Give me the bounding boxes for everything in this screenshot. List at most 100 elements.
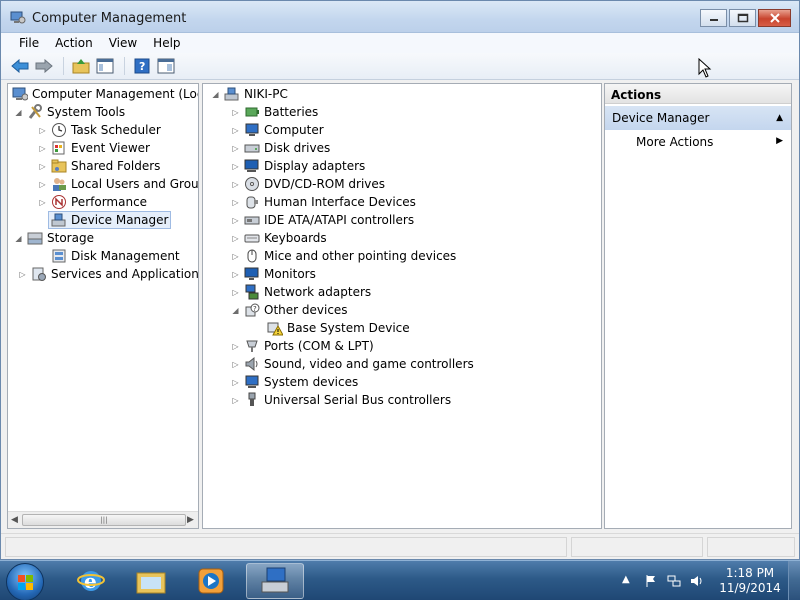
minimize-button[interactable] (700, 9, 727, 27)
device-category-row[interactable]: ▷ Batteries (231, 103, 318, 121)
device-tree-root[interactable]: ◢ NIKI-PC (211, 85, 287, 103)
taskbar-windows-explorer[interactable] (122, 563, 180, 599)
collapse-section-icon[interactable]: ▲ (776, 113, 783, 123)
expand-triangle-icon[interactable]: ▷ (231, 180, 240, 189)
expand-triangle-icon[interactable]: ▷ (231, 378, 240, 387)
show-hide-console-tree-button[interactable] (94, 56, 116, 76)
show-hidden-icons-icon[interactable]: ▲ (622, 574, 636, 588)
clock-icon (52, 123, 66, 137)
forward-button[interactable] (33, 56, 55, 76)
device-category-row[interactable]: ▷ System devices (231, 373, 358, 391)
horizontal-scrollbar[interactable]: ◀ ||| ▶ (8, 511, 198, 528)
tree-item-local-users-groups[interactable]: ▷ Local Users and Groups (38, 175, 198, 193)
dvd-drive-icon (245, 177, 259, 191)
tree-item-disk-management[interactable]: Disk Management (38, 247, 180, 265)
actions-section-device-manager[interactable]: Device Manager ▲ (605, 106, 791, 130)
tree-item-storage[interactable]: ◢ Storage (14, 229, 94, 247)
tree-item-services-applications[interactable]: ▷ Services and Applications (18, 265, 198, 283)
expand-triangle-icon[interactable]: ▷ (38, 162, 47, 171)
console-tree-pane[interactable]: Computer Management (Local ◢ System Tool… (7, 83, 199, 529)
warning-device-icon (267, 322, 283, 336)
device-category-row[interactable]: ▷ DVD/CD-ROM drives (231, 175, 385, 193)
show-hide-action-pane-button[interactable] (155, 56, 177, 76)
tree-label: Computer Management (Local (32, 87, 199, 101)
menu-view[interactable]: View (101, 36, 145, 50)
expand-triangle-icon[interactable]: ▷ (231, 234, 240, 243)
volume-icon[interactable] (690, 574, 704, 588)
device-category-row[interactable]: ▷ Display adapters (231, 157, 365, 175)
scroll-left-icon[interactable]: ◀ (11, 515, 21, 525)
expand-triangle-icon[interactable]: ▷ (231, 360, 240, 369)
collapse-triangle-icon[interactable]: ◢ (14, 108, 23, 117)
expand-triangle-icon[interactable]: ▷ (231, 216, 240, 225)
actions-header: Actions (605, 84, 791, 104)
collapse-triangle-icon[interactable]: ◢ (14, 234, 23, 243)
minimize-icon (709, 19, 718, 21)
help-button[interactable]: ? (131, 56, 153, 76)
start-button[interactable] (6, 563, 44, 600)
expand-triangle-icon[interactable]: ▷ (231, 162, 240, 171)
close-button[interactable] (758, 9, 791, 27)
system-clock[interactable]: 1:18 PM 11/9/2014 (710, 566, 790, 596)
taskbar-media-player[interactable] (182, 563, 240, 599)
expand-triangle-icon[interactable]: ▷ (231, 198, 240, 207)
device-category-row[interactable]: ▷ Ports (COM & LPT) (231, 337, 373, 355)
collapse-triangle-icon[interactable]: ◢ (211, 90, 220, 99)
device-category-row[interactable]: ▷ Keyboards (231, 229, 326, 247)
computer-management-taskbar-icon (261, 567, 289, 593)
tree-item-task-scheduler[interactable]: ▷ Task Scheduler (38, 121, 161, 139)
expand-triangle-icon[interactable]: ▷ (231, 270, 240, 279)
menu-action[interactable]: Action (47, 36, 101, 50)
device-category-row[interactable]: ▷ Computer (231, 121, 323, 139)
device-category-row[interactable]: ▷ Disk drives (231, 139, 330, 157)
menu-help[interactable]: Help (145, 36, 188, 50)
expand-triangle-icon[interactable]: ▷ (231, 252, 240, 261)
back-button[interactable] (9, 56, 31, 76)
action-center-flag-icon[interactable] (644, 574, 658, 588)
more-actions-link[interactable]: More Actions (636, 135, 713, 149)
device-category-row[interactable]: ▷ Monitors (231, 265, 315, 283)
show-desktop-button[interactable] (788, 561, 800, 600)
tree-item-shared-folders[interactable]: ▷ Shared Folders (38, 157, 160, 175)
taskbar-internet-explorer[interactable]: e (62, 563, 120, 599)
tree-item-system-tools[interactable]: ◢ System Tools (14, 103, 125, 121)
scroll-right-icon[interactable]: ▶ (187, 515, 197, 525)
expand-triangle-icon[interactable]: ▷ (231, 144, 240, 153)
network-icon[interactable] (667, 574, 681, 588)
expand-triangle-icon[interactable]: ▷ (231, 396, 240, 405)
expand-triangle-icon[interactable]: ▷ (231, 288, 240, 297)
submenu-arrow-icon[interactable]: ▶ (776, 136, 783, 146)
selected-item-highlight[interactable]: Device Manager (48, 211, 172, 229)
expand-triangle-icon[interactable]: ▷ (38, 180, 47, 189)
device-category-row[interactable]: ▷ Network adapters (231, 283, 371, 301)
expand-triangle-icon[interactable]: ▷ (38, 198, 47, 207)
properties-pane-icon (157, 58, 175, 74)
device-category-row-expanded[interactable]: ◢ ? Other devices (231, 301, 347, 319)
tree-item-event-viewer[interactable]: ▷ Event Viewer (38, 139, 150, 157)
taskbar-computer-management[interactable] (246, 563, 304, 599)
device-category-row[interactable]: ▷ Sound, video and game controllers (231, 355, 474, 373)
collapse-triangle-icon[interactable]: ◢ (231, 306, 240, 315)
expand-triangle-icon[interactable]: ▷ (231, 342, 240, 351)
tree-item-performance[interactable]: ▷ Performance (38, 193, 147, 211)
device-category-label: IDE ATA/ATAPI controllers (264, 213, 415, 227)
expand-triangle-icon[interactable]: ▷ (38, 144, 47, 153)
title-bar[interactable]: Computer Management (1, 1, 799, 33)
expand-triangle-icon[interactable]: ▷ (231, 126, 240, 135)
device-tree-pane[interactable]: ◢ NIKI-PC ▷ Batteries ▷ Computer ▷ Disk … (202, 83, 602, 529)
menu-file[interactable]: File (11, 36, 47, 50)
device-category-row[interactable]: ▷ Universal Serial Bus controllers (231, 391, 451, 409)
expand-triangle-icon[interactable]: ▷ (231, 108, 240, 117)
expand-triangle-icon[interactable]: ▷ (18, 270, 27, 279)
maximize-icon (737, 13, 748, 23)
device-category-row[interactable]: ▷ Mice and other pointing devices (231, 247, 456, 265)
device-category-row[interactable]: ▷ IDE ATA/ATAPI controllers (231, 211, 414, 229)
device-row-base-system-device[interactable]: Base System Device (267, 319, 410, 337)
expand-triangle-icon[interactable]: ▷ (38, 126, 47, 135)
tree-root-computer-management[interactable]: Computer Management (Local (12, 85, 199, 103)
maximize-button[interactable] (729, 9, 756, 27)
up-one-level-button[interactable] (70, 56, 92, 76)
scrollbar-thumb[interactable]: ||| (22, 514, 186, 526)
tree-item-device-manager[interactable]: Device Manager (38, 211, 172, 229)
device-category-row[interactable]: ▷ Human Interface Devices (231, 193, 416, 211)
